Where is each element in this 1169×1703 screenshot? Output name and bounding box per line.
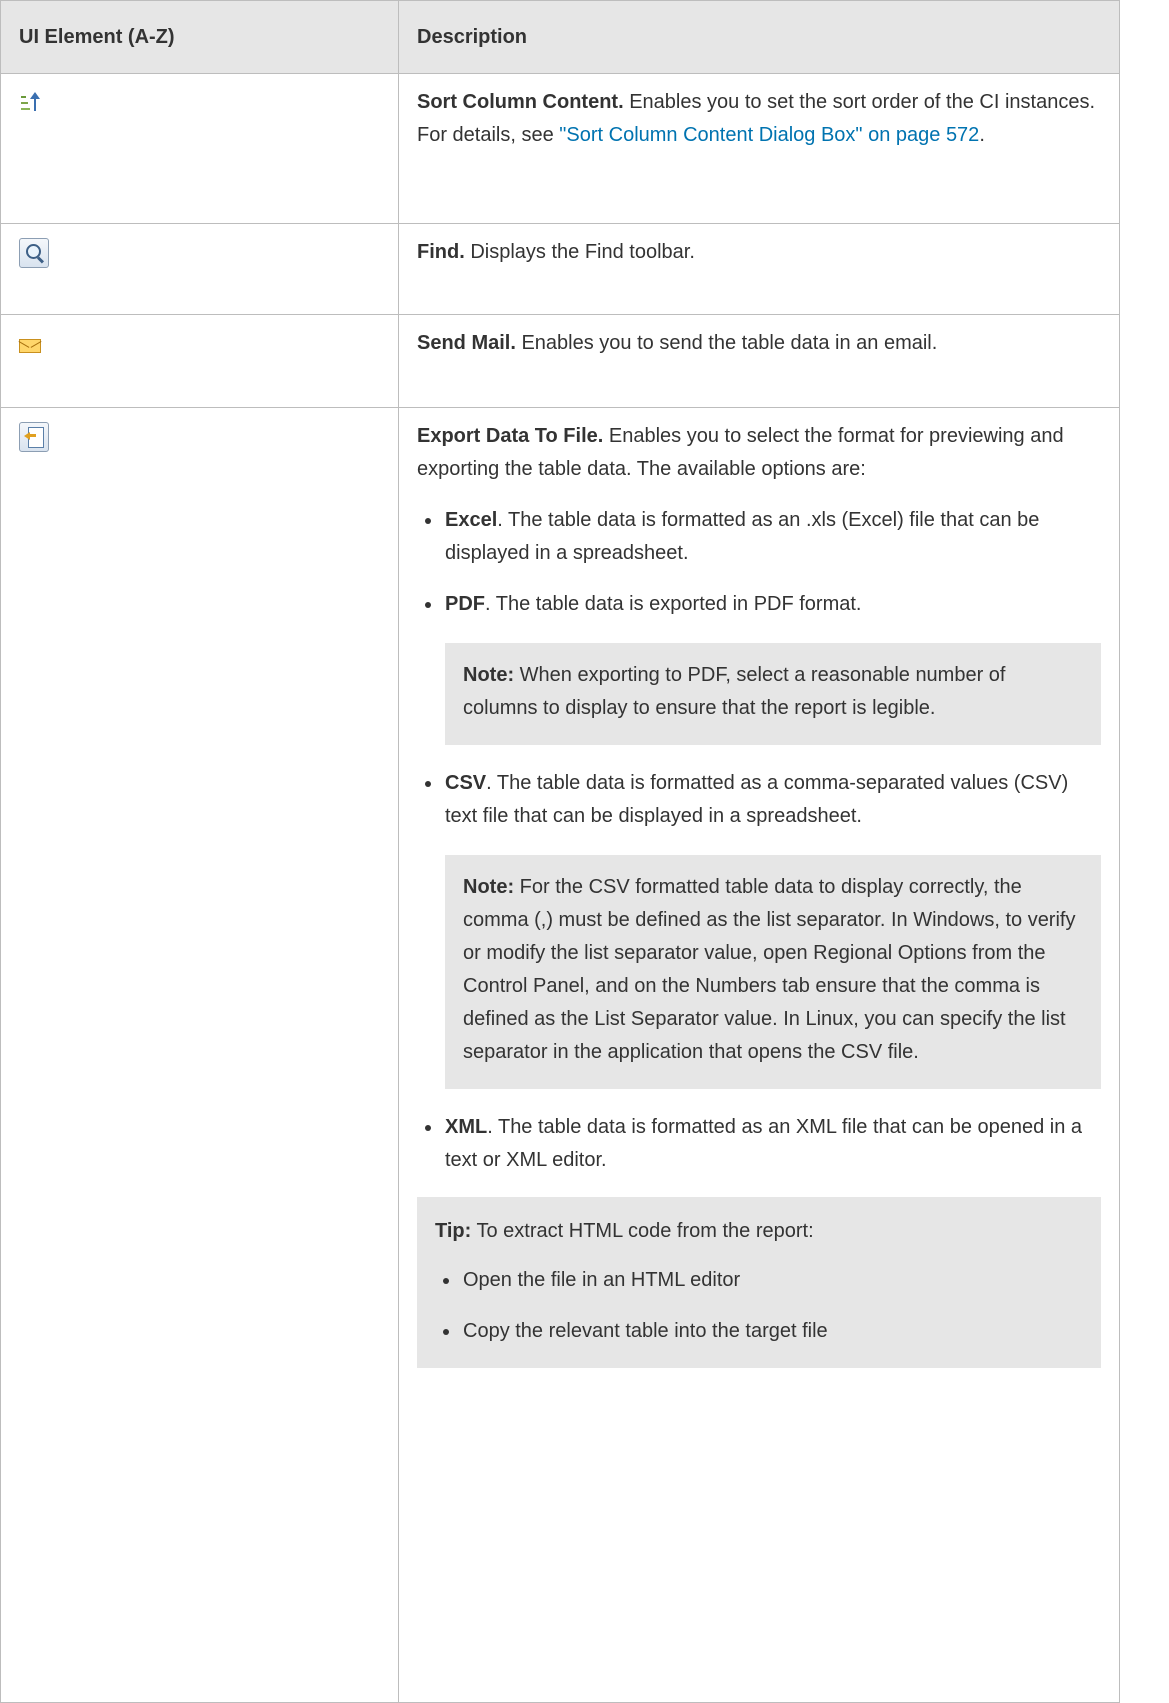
export-options-list: Excel. The table data is formatted as an… <box>417 504 1101 1177</box>
csv-text: . The table data is formatted as a comma… <box>445 772 1069 827</box>
sort-dialog-link[interactable]: "Sort Column Content Dialog Box" on page… <box>559 124 979 146</box>
find-title: Find. <box>417 241 465 263</box>
bullet-dot <box>425 781 431 787</box>
pdf-note: Note: When exporting to PDF, select a re… <box>445 643 1101 745</box>
xml-label: XML <box>445 1116 488 1138</box>
description-cell: Find. Displays the Find toolbar. <box>398 223 1120 315</box>
pdf-note-text: When exporting to PDF, select a reasonab… <box>463 664 1006 719</box>
find-description: Find. Displays the Find toolbar. <box>417 236 1101 269</box>
export-file-icon <box>19 422 49 452</box>
table-row: Sort Column Content. Enables you to set … <box>0 73 1120 224</box>
column-header-ui-element: UI Element (A-Z) <box>0 0 399 74</box>
table-row: Export Data To File. Enables you to sele… <box>0 407 1120 1703</box>
magnifier-icon <box>19 238 49 268</box>
xml-text: . The table data is formatted as an XML … <box>445 1116 1083 1171</box>
tip-text-line: Tip: To extract HTML code from the repor… <box>435 1215 1083 1248</box>
csv-note-label: Note: <box>463 876 515 898</box>
csv-label: CSV <box>445 772 487 794</box>
bullet-dot <box>425 1125 431 1131</box>
ui-element-cell <box>0 223 399 315</box>
excel-label: Excel <box>445 509 498 531</box>
tip-step: Open the file in an HTML editor <box>463 1269 741 1291</box>
list-item: Excel. The table data is formatted as an… <box>417 504 1101 570</box>
ui-element-cell <box>0 314 399 408</box>
csv-note: Note: For the CSV formatted table data t… <box>445 855 1101 1089</box>
ui-element-cell <box>0 407 399 1703</box>
find-text: Displays the Find toolbar. <box>464 241 695 263</box>
sort-text-end: . <box>979 124 985 146</box>
table-row: Send Mail. Enables you to send the table… <box>0 314 1120 408</box>
ui-element-cell <box>0 73 399 224</box>
description-cell: Export Data To File. Enables you to sele… <box>398 407 1120 1703</box>
bullet-dot <box>443 1329 449 1335</box>
bullet-dot <box>443 1278 449 1284</box>
sort-ascending-icon <box>19 92 41 112</box>
export-title: Export Data To File. <box>417 425 604 447</box>
csv-note-text: For the CSV formatted table data to disp… <box>463 876 1076 1063</box>
pdf-note-label: Note: <box>463 664 515 686</box>
export-description: Export Data To File. Enables you to sele… <box>417 420 1101 486</box>
ui-elements-table: UI Element (A-Z) Description Sort Column… <box>0 0 1120 1703</box>
excel-text: . The table data is formatted as an .xls… <box>445 509 1040 564</box>
mail-title: Send Mail. <box>417 332 516 354</box>
pdf-label: PDF <box>445 593 485 615</box>
description-cell: Send Mail. Enables you to send the table… <box>398 314 1120 408</box>
envelope-icon <box>18 339 42 353</box>
tip-steps-list: Open the file in an HTML editor Copy the… <box>435 1264 1083 1348</box>
list-item: XML. The table data is formatted as an X… <box>417 1111 1101 1177</box>
list-item: PDF. The table data is exported in PDF f… <box>417 588 1101 745</box>
sort-title: Sort Column Content. <box>417 91 624 113</box>
bullet-dot <box>425 602 431 608</box>
list-item: Open the file in an HTML editor <box>435 1264 1083 1297</box>
mail-description: Send Mail. Enables you to send the table… <box>417 327 1101 360</box>
mail-text: Enables you to send the table data in an… <box>515 332 938 354</box>
tip-step: Copy the relevant table into the target … <box>463 1320 828 1342</box>
tip-text: To extract HTML code from the report: <box>471 1220 814 1242</box>
list-item: CSV. The table data is formatted as a co… <box>417 767 1101 1089</box>
tip-box: Tip: To extract HTML code from the repor… <box>417 1197 1101 1368</box>
tip-label: Tip: <box>435 1220 472 1242</box>
column-header-description: Description <box>398 0 1120 74</box>
pdf-text: . The table data is exported in PDF form… <box>485 593 862 615</box>
bullet-dot <box>425 518 431 524</box>
table-row: Find. Displays the Find toolbar. <box>0 223 1120 315</box>
description-cell: Sort Column Content. Enables you to set … <box>398 73 1120 224</box>
table-header-row: UI Element (A-Z) Description <box>0 0 1120 74</box>
list-item: Copy the relevant table into the target … <box>435 1315 1083 1348</box>
sort-description: Sort Column Content. Enables you to set … <box>417 86 1101 152</box>
